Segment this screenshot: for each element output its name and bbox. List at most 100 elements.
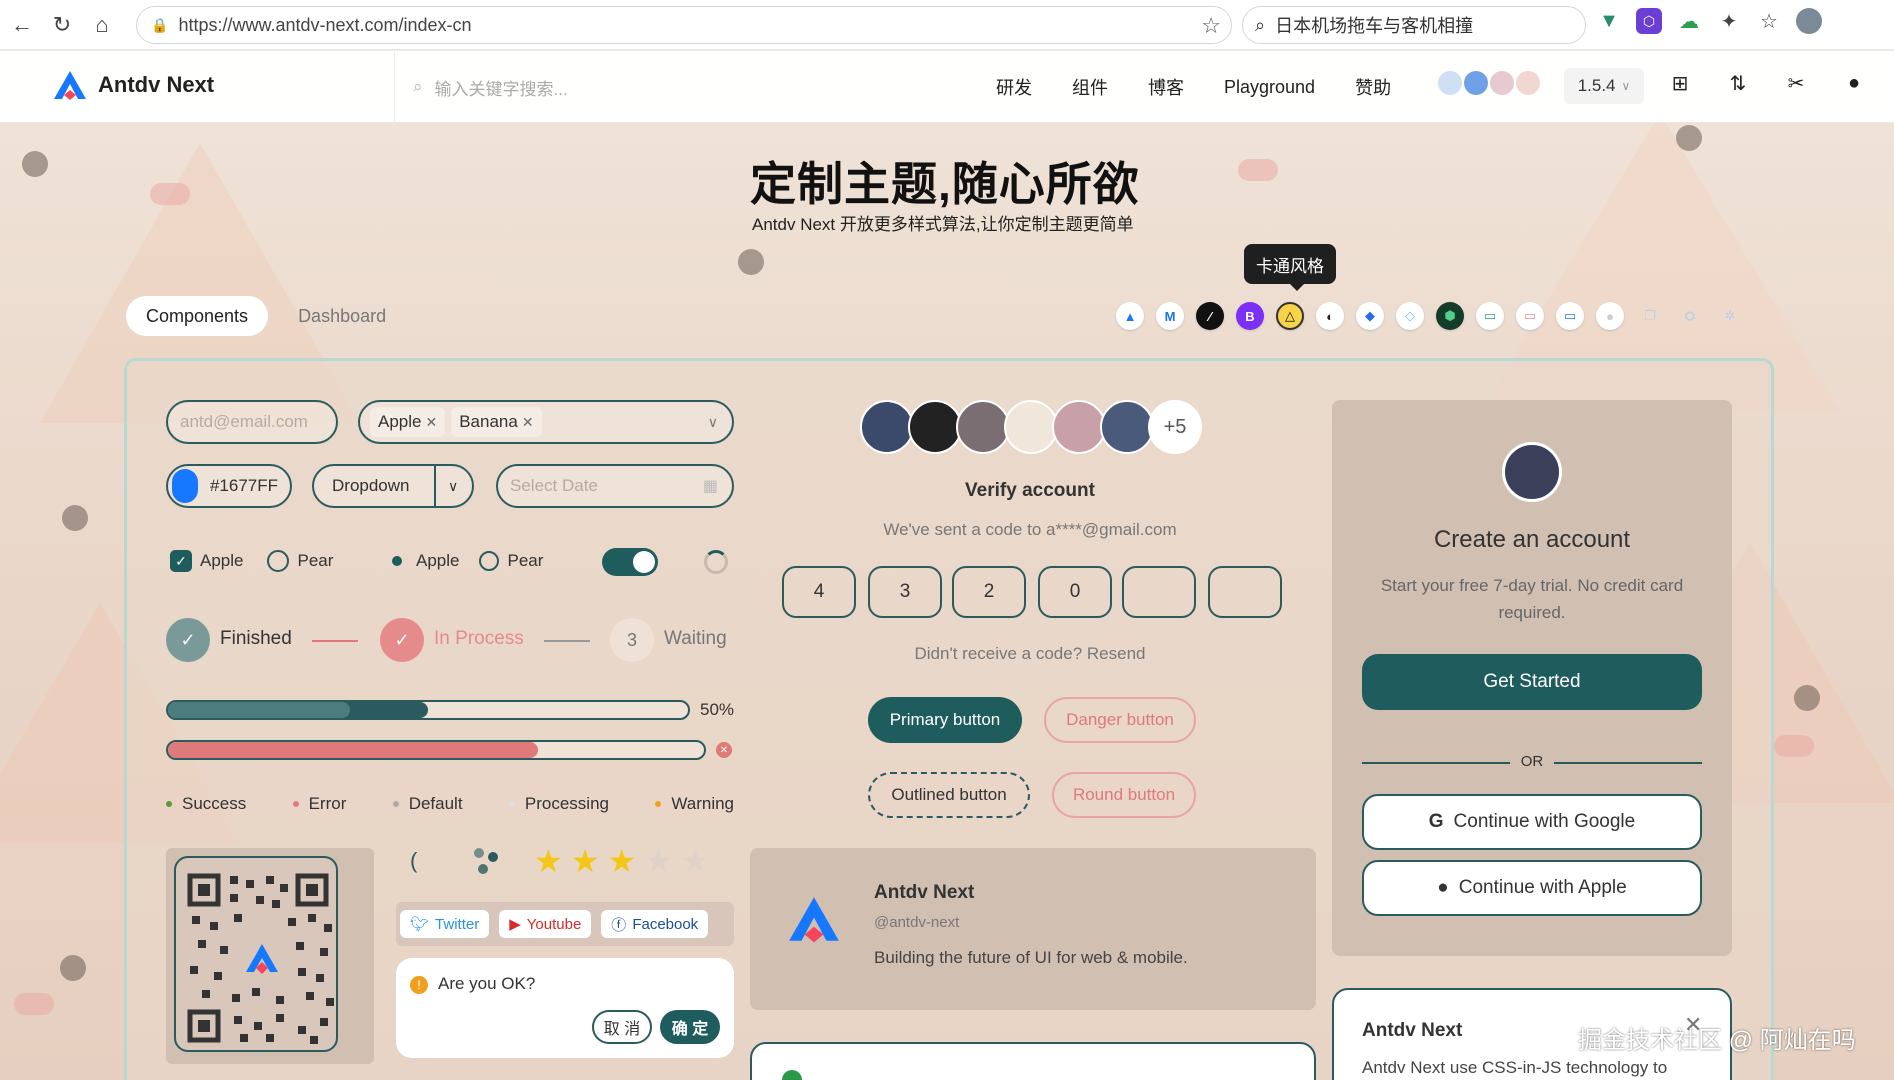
- checkbox-unchecked-icon[interactable]: [267, 550, 290, 572]
- direction-icon[interactable]: ⇅: [1726, 71, 1750, 95]
- theme-cartoon-icon[interactable]: △: [1276, 302, 1304, 330]
- theme-copy-icon[interactable]: ❐: [1636, 302, 1664, 330]
- puzzle-extension-icon[interactable]: ✦: [1716, 8, 1742, 34]
- theme-geek-icon[interactable]: ⬢: [1436, 302, 1464, 330]
- popconfirm-cancel-button[interactable]: 取 消: [592, 1010, 652, 1044]
- status-dot: [166, 801, 172, 807]
- code-digit-3[interactable]: 2: [952, 566, 1026, 618]
- twitter-tag[interactable]: 🐦︎ Twitter: [400, 910, 490, 938]
- theme-shadcn-icon[interactable]: ⁄: [1196, 302, 1224, 330]
- theme-illustration-icon[interactable]: ◆: [1356, 302, 1384, 330]
- chevron-down-icon[interactable]: ∨: [448, 478, 458, 495]
- google-icon: G: [1428, 811, 1444, 832]
- tab-dashboard[interactable]: Dashboard: [298, 306, 386, 327]
- vue-extension-icon[interactable]: ▼: [1596, 8, 1622, 34]
- star-filled-icon[interactable]: ★: [534, 842, 563, 880]
- code-digit-2[interactable]: 3: [868, 566, 942, 618]
- favorites-icon[interactable]: ☆: [1756, 8, 1782, 34]
- switch-toggle[interactable]: [602, 548, 658, 576]
- close-icon[interactable]: ✕: [425, 414, 437, 431]
- color-picker[interactable]: #1677FF: [166, 464, 292, 508]
- partner-icon[interactable]: [1464, 71, 1488, 95]
- address-bar[interactable]: 🔒 https://www.antdv-next.com/index-cn ☆: [136, 6, 1232, 44]
- theme-gray-icon[interactable]: ●: [1596, 302, 1624, 330]
- get-started-button[interactable]: Get Started: [1362, 654, 1702, 710]
- code-digit-6[interactable]: [1208, 566, 1282, 618]
- apple-button[interactable]: ● Continue with Apple: [1362, 860, 1702, 916]
- translate-icon[interactable]: ⊞: [1668, 71, 1692, 95]
- verify-title: Verify account: [965, 480, 1095, 501]
- profile-avatar-icon[interactable]: [1796, 8, 1822, 34]
- theme-default-icon[interactable]: ▲: [1116, 302, 1144, 330]
- site-search-input[interactable]: ⌕ 输入关键字搜索...: [394, 51, 568, 123]
- theme-pink-icon[interactable]: ▭: [1516, 302, 1544, 330]
- step-finished-label: Finished: [220, 628, 292, 649]
- color-swatch: [172, 469, 198, 503]
- purple-extension-icon[interactable]: ⬡: [1636, 8, 1662, 34]
- apple-icon: ●: [1437, 877, 1449, 898]
- theme-blue-icon[interactable]: ▭: [1556, 302, 1584, 330]
- resend-text[interactable]: Didn't receive a code? Resend: [820, 644, 1240, 664]
- danger-button[interactable]: Danger button: [1044, 697, 1196, 743]
- menu-item-dev[interactable]: 研发: [996, 74, 1032, 100]
- partner-icon[interactable]: [1438, 71, 1462, 95]
- code-digit-4[interactable]: 0: [1038, 566, 1112, 618]
- primary-button[interactable]: Primary button: [868, 697, 1022, 743]
- status-dot: [508, 801, 515, 807]
- theme-tool-icon[interactable]: ⛭: [1676, 302, 1704, 330]
- radio-apple-label: Apple: [416, 551, 460, 570]
- star-filled-icon[interactable]: ★: [607, 842, 636, 880]
- menu-item-playground[interactable]: Playground: [1224, 77, 1315, 98]
- star-filled-icon[interactable]: ★: [571, 842, 600, 880]
- menu-item-sponsor[interactable]: 赞助: [1355, 74, 1391, 100]
- browser-search-box[interactable]: ⌕ 日本机场拖车与客机相撞: [1242, 6, 1586, 44]
- radio-unchecked-icon[interactable]: [479, 551, 500, 571]
- theme-mui-icon[interactable]: M: [1156, 302, 1184, 330]
- twitter-icon: 🐦︎: [410, 916, 430, 933]
- github-icon[interactable]: ●: [1842, 71, 1866, 95]
- youtube-tag[interactable]: ▶ Youtube: [499, 910, 592, 938]
- theme-more-icon[interactable]: ✲: [1716, 302, 1744, 330]
- facebook-label: Facebook: [632, 915, 699, 933]
- dropdown-button[interactable]: Dropdown ∨: [312, 464, 474, 508]
- progress-percent: 50%: [700, 700, 735, 719]
- theme-glass-icon[interactable]: ◇: [1396, 302, 1424, 330]
- close-icon[interactable]: ✕: [522, 414, 534, 431]
- theme-dark-icon[interactable]: ◐: [1316, 302, 1344, 330]
- google-button[interactable]: G Continue with Google: [1362, 794, 1702, 850]
- avatar: [908, 400, 962, 454]
- green-extension-icon[interactable]: ☁: [1676, 8, 1702, 34]
- radio-checked-icon[interactable]: [386, 550, 408, 572]
- round-button[interactable]: Round button: [1052, 772, 1196, 818]
- outlined-button[interactable]: Outlined button: [868, 772, 1030, 818]
- notice-text: Antdv Next use CSS-in-JS technology to: [1362, 1058, 1668, 1077]
- home-icon[interactable]: ⌂: [84, 7, 120, 43]
- partner-icon[interactable]: [1516, 71, 1540, 95]
- fruit-multiselect[interactable]: Apple ✕ Banana ✕ ∨: [358, 400, 734, 444]
- tab-components[interactable]: Components: [126, 296, 269, 336]
- email-input[interactable]: antd@email.com: [166, 400, 338, 444]
- reload-icon[interactable]: ↻: [44, 7, 80, 43]
- bookmark-star-icon[interactable]: ☆: [1201, 13, 1221, 39]
- theme-green-icon[interactable]: ▭: [1476, 302, 1504, 330]
- steps: ✓ Finished ✓ In Process 3 Waiting: [166, 616, 734, 664]
- notice-title: Antdv Next: [1362, 1020, 1463, 1041]
- code-digit-5[interactable]: [1122, 566, 1196, 618]
- facebook-tag[interactable]: ⓕ Facebook: [601, 910, 709, 938]
- site-logo[interactable]: Antdv Next: [52, 69, 214, 101]
- star-empty-icon[interactable]: ★: [644, 842, 673, 880]
- date-picker[interactable]: Select Date ▦: [496, 464, 734, 508]
- rating[interactable]: ★ ★ ★ ★ ★: [534, 842, 709, 880]
- site-header: Antdv Next ⌕ 输入关键字搜索... 研发 组件 博客 Playgro…: [0, 51, 1894, 123]
- menu-item-components[interactable]: 组件: [1072, 74, 1108, 100]
- partner-icon[interactable]: [1490, 71, 1514, 95]
- back-icon[interactable]: ←: [4, 7, 40, 43]
- version-select[interactable]: 1.5.4 ∨: [1564, 68, 1644, 104]
- theme-bootstrap-icon[interactable]: B: [1236, 302, 1264, 330]
- menu-item-blog[interactable]: 博客: [1148, 74, 1184, 100]
- checkbox-checked-icon[interactable]: ✓: [170, 550, 192, 572]
- code-digit-1[interactable]: 4: [782, 566, 856, 618]
- star-empty-icon[interactable]: ★: [681, 842, 710, 880]
- theme-toggle-icon[interactable]: ✂: [1784, 71, 1808, 95]
- popconfirm-ok-button[interactable]: 确 定: [660, 1010, 720, 1044]
